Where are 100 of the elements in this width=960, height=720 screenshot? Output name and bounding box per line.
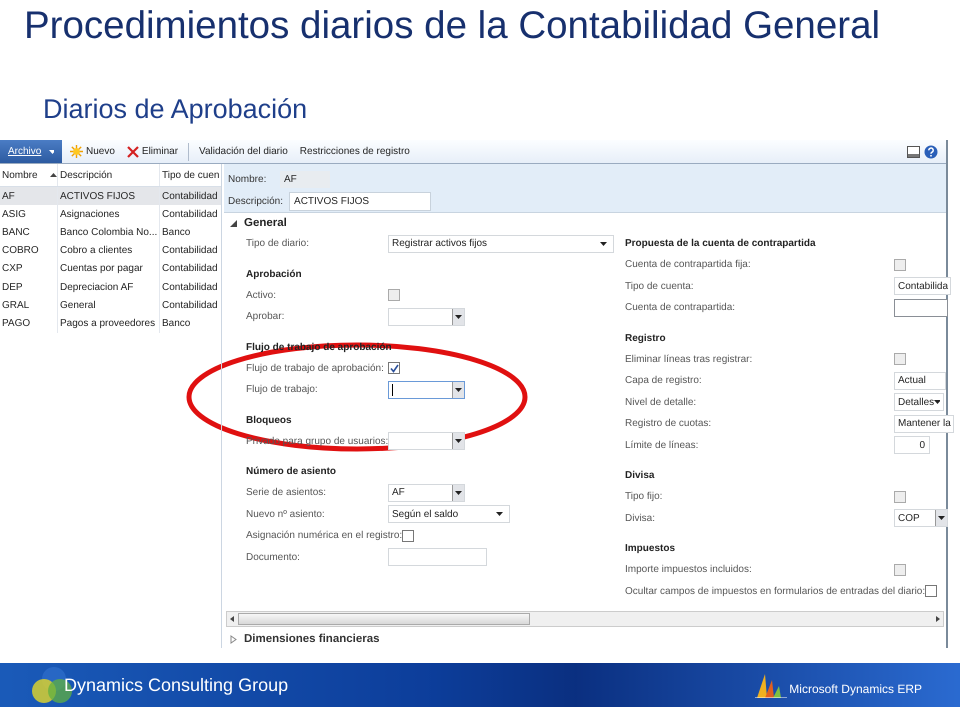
list-row[interactable]: ASIG Asignaciones Contabilidad — [0, 205, 221, 224]
group-heading: Propuesta de la cuenta de contrapartida — [625, 237, 817, 251]
list-row[interactable]: PAGO Pagos a proveedores Banco — [0, 314, 221, 332]
list-row[interactable]: COBRO Cobro a clientes Contabilidad — [0, 242, 221, 260]
field-label: Nombre: — [228, 174, 268, 184]
group-heading: Registro — [625, 332, 667, 346]
caret-icon — [455, 314, 462, 319]
lookup-field[interactable] — [388, 380, 465, 399]
expander-icon — [230, 220, 237, 226]
sun-icon — [70, 145, 83, 158]
bars-logo-icon — [755, 672, 788, 698]
caret-icon — [496, 512, 503, 516]
text-field[interactable]: Contabilida — [894, 277, 952, 296]
input-field[interactable] — [894, 298, 948, 317]
field-label: Serie de asientos: — [246, 487, 328, 498]
table-cell: CXP — [0, 260, 58, 278]
table-cell: Banco Colombia No... — [58, 223, 160, 242]
field-label: Tipo fijo: — [625, 491, 664, 502]
column-header[interactable]: Tipo de cuen — [160, 164, 221, 186]
table-cell: Cuentas por pagar — [58, 260, 160, 278]
list-row[interactable]: DEP Depreciacion AF Contabilidad — [0, 278, 221, 296]
table-cell: General — [58, 296, 160, 314]
caret-icon — [938, 516, 945, 520]
list-row[interactable]: AF ACTIVOS FIJOS Contabilidad — [0, 187, 221, 206]
table-cell-text: Contabilidad — [161, 280, 219, 295]
scroll-right-icon[interactable] — [936, 616, 940, 622]
table-cell: PAGO — [0, 314, 58, 332]
dropdown-field[interactable]: Según el saldo — [388, 505, 510, 524]
field-label: Importe impuestos incluidos: — [625, 564, 753, 576]
section-header[interactable]: Dimensiones financieras — [230, 627, 946, 651]
checkbox[interactable] — [925, 585, 938, 598]
field-label: Tipo de cuenta: — [625, 280, 695, 292]
lookup-field[interactable]: COP — [894, 509, 948, 528]
caret-icon — [934, 400, 940, 404]
field-label: Divisa: — [625, 512, 656, 524]
field-label: Asignación numérica en el registro: — [246, 530, 402, 542]
table-cell-text: Banco — [161, 316, 192, 331]
group-heading: Número de asiento — [246, 465, 338, 479]
field-label: Flujo de trabajo: — [246, 384, 319, 396]
list-row[interactable]: CXP Cuentas por pagar Contabilidad — [0, 260, 221, 278]
table-cell: GRAL — [0, 296, 58, 314]
toolbar-button[interactable]: Restricciones de registro — [296, 146, 414, 157]
table-cell: BANC — [0, 223, 58, 242]
field-label: Cuenta de contrapartida fija: — [625, 259, 752, 270]
text-field[interactable] — [388, 548, 487, 566]
field-label: Límite de líneas: — [625, 440, 700, 451]
slide-subtitle: Diarios de Aprobación — [43, 93, 308, 126]
field-label: Tipo de diario: — [246, 238, 310, 250]
field-label: Registro de cuotas: — [625, 418, 712, 430]
table-cell: DEP — [0, 278, 58, 296]
group-heading: Impuestos — [625, 542, 676, 556]
slide-title: Procedimientos diarios de la Contabilidad General — [24, 4, 882, 48]
lookup-field[interactable]: AF — [388, 484, 465, 502]
group-heading: Aprobación — [246, 268, 303, 282]
table-cell: Depreciacion AF — [58, 278, 160, 296]
caret-icon — [600, 242, 607, 246]
toolbar-button[interactable]: Eliminar — [122, 146, 182, 158]
number-field[interactable]: 0 — [894, 436, 930, 454]
toolbar-button[interactable]: Validación del diario — [195, 146, 292, 157]
field-label: Cuenta de contrapartida: — [625, 302, 736, 314]
field-label: Nuevo nº asiento: — [246, 508, 326, 520]
product-name: Microsoft Dynamics ERP — [789, 682, 922, 696]
checkbox[interactable] — [388, 362, 400, 374]
field-label: Aprobar: — [246, 311, 286, 322]
expander-icon — [230, 634, 237, 644]
text-field[interactable]: Actual — [894, 372, 946, 390]
field-label: Activo: — [246, 290, 278, 301]
layout-icon[interactable] — [907, 146, 920, 158]
text-field[interactable]: Mantener la — [894, 414, 954, 433]
field-label: Flujo de trabajo de aprobación: — [246, 362, 385, 374]
section-header[interactable]: General — [230, 213, 946, 233]
delete-icon — [126, 146, 139, 158]
dropdown-field[interactable]: Detalles — [894, 393, 944, 412]
table-cell: COBRO — [0, 242, 58, 260]
field-label: Ocultar campos de impuestos en formularios de entradas del diario: — [625, 586, 926, 597]
column-header[interactable]: Nombre — [0, 164, 58, 186]
table-cell: Pagos a proveedores — [58, 314, 160, 332]
caret-icon — [455, 388, 462, 392]
text-field[interactable]: ACTIVOS FIJOS — [289, 192, 432, 210]
dropdown-field[interactable]: Registrar activos fijos — [388, 234, 614, 253]
file-menu-button[interactable]: Archivo — [0, 140, 62, 163]
group-heading: Divisa — [625, 469, 656, 483]
text-field[interactable]: AF — [280, 170, 330, 188]
table-cell-text: Contabilidad — [161, 262, 219, 276]
table-cell-text: Contabilidad — [161, 208, 219, 222]
scroll-left-icon[interactable] — [230, 616, 234, 622]
list-row[interactable]: GRAL General Contabilidad — [0, 296, 221, 314]
toolbar-button[interactable]: Nuevo — [66, 145, 119, 158]
caret-icon — [455, 490, 462, 495]
table-cell: ACTIVOS FIJOS — [58, 187, 160, 206]
list-row[interactable]: BANC Banco Colombia No... Banco — [0, 223, 221, 242]
table-cell: Asignaciones — [58, 205, 160, 224]
checkbox[interactable] — [402, 530, 414, 542]
group-heading: Bloqueos — [246, 414, 293, 428]
table-cell-text: Contabilidad — [161, 244, 219, 258]
field-label: Documento: — [246, 552, 301, 563]
column-header[interactable]: Descripción — [58, 164, 160, 186]
horizontal-scrollbar[interactable] — [226, 611, 944, 627]
company-name: Dynamics Consulting Group — [64, 674, 288, 696]
help-icon[interactable] — [924, 144, 938, 158]
